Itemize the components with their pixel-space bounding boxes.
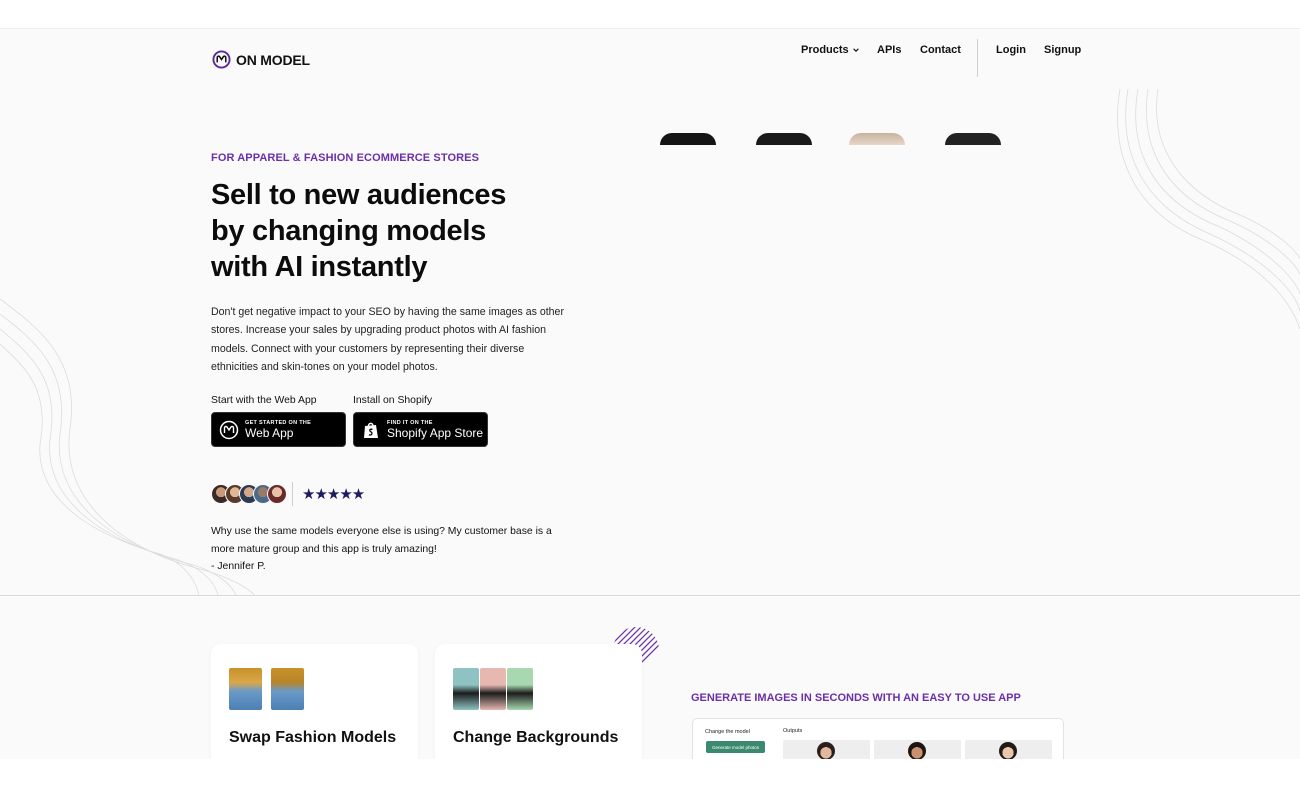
quote-line-1: Why use the same models everyone else is…: [211, 526, 552, 537]
model-photo-head: [945, 133, 1001, 145]
hero-description: Don't get negative impact to your SEO by…: [211, 306, 564, 373]
nav-login-label: Login: [996, 44, 1026, 56]
nav-signup[interactable]: Signup: [1044, 44, 1081, 56]
chevron-down-icon: [852, 48, 859, 53]
headline-line-2: by changing models: [211, 215, 486, 247]
output-tile: [965, 740, 1052, 759]
web-app-button-text: GET STARTED ON THE Web App: [245, 420, 311, 440]
nav-products-label: Products: [801, 44, 849, 56]
model-thumbnail: [229, 668, 262, 710]
headline-line-3: with AI instantly: [211, 251, 428, 283]
quote-author: - Jennifer P.: [211, 561, 266, 572]
rating-divider: [292, 482, 293, 506]
decorative-wave-lines: [0, 88, 1300, 595]
feature-card-title: Change Backgrounds: [453, 729, 619, 746]
page: ON MODEL Products APIs Contact Login Sig…: [0, 0, 1300, 788]
generate-section-label: GENERATE IMAGES IN SECONDS WITH AN EASY …: [691, 692, 1021, 704]
shopify-button-text: FIND IT ON THE Shopify App Store: [387, 420, 483, 440]
nav-login[interactable]: Login: [996, 44, 1026, 56]
model-photo-head: [849, 133, 905, 145]
hero-section: ON MODEL Products APIs Contact Login Sig…: [0, 29, 1300, 596]
on-model-logo-icon: [212, 50, 231, 69]
nav-divider: [977, 39, 978, 77]
output-model-head: [817, 742, 835, 759]
on-model-logo-icon: [219, 420, 239, 439]
avatar: [267, 484, 287, 504]
browser-bottom-strip: [0, 759, 1300, 788]
output-model-head: [908, 742, 926, 759]
feature-card-swap-models[interactable]: Swap Fashion Models: [211, 644, 418, 759]
nav-products[interactable]: Products: [801, 44, 860, 56]
model-thumbnail: [453, 668, 479, 710]
app-preview: Change the model Generate model photos O…: [692, 718, 1064, 759]
generate-model-photos-button[interactable]: Generate model photos: [706, 741, 765, 753]
logo-text: ON MODEL: [236, 51, 310, 68]
nav-signup-label: Signup: [1044, 44, 1082, 56]
nav-apis-label: APIs: [877, 44, 902, 56]
nav-contact[interactable]: Contact: [920, 44, 961, 56]
hero-eyebrow: FOR APPAREL & FASHION ECOMMERCE STORES: [211, 152, 480, 164]
shopify-button-big: Shopify App Store: [387, 425, 484, 440]
output-tile: [783, 740, 870, 759]
app-change-model-label: Change the model: [705, 729, 750, 735]
headline-line-1: Sell to new audiences: [211, 179, 507, 211]
output-tile: [874, 740, 961, 759]
web-app-button[interactable]: GET STARTED ON THE Web App: [211, 412, 346, 447]
web-app-cta-label: Start with the Web App: [211, 395, 317, 406]
model-thumbnail: [480, 668, 506, 710]
hero-headline: Sell to new audiences by changing models…: [211, 177, 571, 285]
browser-top-strip: [0, 0, 1300, 29]
shopify-bag-icon: [364, 422, 378, 438]
customer-avatars: [211, 484, 287, 504]
output-model-head: [999, 742, 1017, 759]
logo[interactable]: ON MODEL: [212, 50, 310, 69]
quote-line-2: more mature group and this app is truly …: [211, 543, 437, 555]
model-thumbnail: [271, 668, 304, 710]
app-outputs-label: Outputs: [783, 728, 803, 734]
shopify-app-store-button[interactable]: FIND IT ON THE Shopify App Store: [353, 412, 488, 447]
feature-card-title: Swap Fashion Models: [229, 729, 397, 746]
model-thumbnail: [507, 668, 533, 710]
features-section: Swap Fashion Models Change Backgrounds G…: [0, 597, 1300, 759]
model-photo-head: [660, 133, 716, 145]
model-photo-head: [756, 133, 812, 145]
nav-apis[interactable]: APIs: [877, 44, 901, 56]
web-app-button-big: Web App: [245, 425, 294, 440]
star-rating: ★★★★★: [302, 486, 365, 503]
feature-card-change-backgrounds[interactable]: Change Backgrounds: [435, 644, 642, 759]
shopify-cta-label: Install on Shopify: [353, 395, 433, 406]
testimonial-quote: Why use the same models everyone else is…: [211, 523, 571, 576]
nav-contact-label: Contact: [920, 44, 961, 56]
